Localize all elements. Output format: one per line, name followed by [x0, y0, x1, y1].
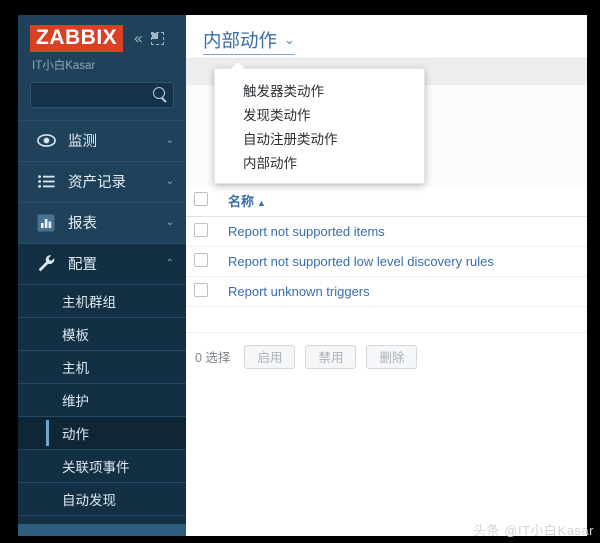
- actions-table: 名称 ▲ Report not supported items Report n…: [186, 186, 587, 333]
- selected-count-label: 0 选择: [195, 351, 231, 365]
- chevron-down-icon: ⌄: [165, 135, 174, 147]
- chevron-down-icon: ⌄: [165, 217, 174, 229]
- sidebar-item-discovery[interactable]: 自动发现: [18, 481, 186, 515]
- row-checkbox[interactable]: [194, 252, 208, 267]
- sidebar-item-host-groups[interactable]: 主机群组: [18, 283, 186, 317]
- bulk-actions-bar: 0 选择 启用 禁用 删除: [186, 333, 587, 369]
- sidebar-header: ZABBIX « IT小白Kasar: [18, 15, 186, 73]
- menu-item-label: 内部动作: [243, 156, 297, 171]
- table-row: Report not supported items: [186, 216, 587, 247]
- expand-icon[interactable]: [150, 31, 164, 45]
- menu-item-trigger-actions[interactable]: 触发器类动作: [215, 78, 424, 102]
- page-header: 内部动作 ⌄: [186, 15, 587, 58]
- search-box[interactable]: [30, 81, 174, 108]
- menu-item-discovery-actions[interactable]: 发现类动作: [215, 102, 424, 126]
- chevron-down-icon: ⌄: [284, 32, 295, 47]
- sidebar-item-inventory[interactable]: 资产记录 ⌄: [18, 160, 186, 202]
- row-checkbox[interactable]: [194, 282, 208, 297]
- sidebar-footer-bar: [18, 524, 186, 536]
- chevron-down-icon: ⌄: [165, 176, 174, 188]
- disable-button[interactable]: 禁用: [305, 344, 357, 369]
- logo-row: ZABBIX «: [30, 25, 174, 52]
- zabbix-logo[interactable]: ZABBIX: [30, 25, 124, 52]
- row-checkbox[interactable]: [194, 222, 208, 237]
- search-input[interactable]: [31, 82, 173, 107]
- sidebar-username: IT小白Kasar: [32, 59, 96, 72]
- sidebar-item-monitoring[interactable]: 监测 ⌄: [18, 119, 186, 161]
- sidebar-item-event-correlation[interactable]: 关联项事件: [18, 448, 186, 482]
- sidebar-item-configuration[interactable]: 配置 ⌃: [18, 242, 186, 284]
- sidebar-nav: 监测 ⌄ 资产记录 ⌄ 报表 ⌄ 配置 ⌃ 主机群组 模板 主机 维护 动作 关…: [18, 119, 186, 536]
- sidebar-subitem-label: 模板: [62, 327, 89, 343]
- page-title: 内部动作: [203, 30, 278, 51]
- table-header-row: 名称 ▲: [186, 186, 587, 217]
- menu-item-autoregistration-actions[interactable]: 自动注册类动作: [215, 126, 424, 150]
- select-all-cell: [186, 186, 220, 217]
- sidebar-item-label: 报表: [68, 216, 97, 233]
- sidebar-item-actions[interactable]: 动作: [18, 415, 186, 449]
- select-all-checkbox[interactable]: [194, 192, 208, 207]
- search-icon[interactable]: [153, 86, 166, 100]
- table-row: Report not supported low level discovery…: [186, 246, 587, 277]
- table-body: Report not supported items Report not su…: [186, 216, 587, 333]
- screenshot-root: ZABBIX « IT小白Kasar 监测 ⌄ 资产记录 ⌄ 报表 ⌄ 配置 ⌃…: [0, 0, 600, 543]
- page-title-dropdown[interactable]: 内部动作 ⌄: [203, 27, 295, 55]
- menu-item-label: 自动注册类动作: [243, 132, 338, 147]
- actions-table-wrapper: 名称 ▲ Report not supported items Report n…: [186, 186, 587, 333]
- sidebar-item-maintenance[interactable]: 维护: [18, 382, 186, 416]
- sidebar-item-reports[interactable]: 报表 ⌄: [18, 201, 186, 243]
- table-row: Report unknown triggers: [186, 276, 587, 307]
- sort-ascending-icon: ▲: [257, 198, 266, 209]
- bar-chart-icon: [34, 214, 58, 232]
- page-title-dropdown-menu: 触发器类动作 发现类动作 自动注册类动作 内部动作: [214, 68, 425, 184]
- sidebar-subitem-label: 维护: [62, 393, 89, 409]
- zabbix-app-window: ZABBIX « IT小白Kasar 监测 ⌄ 资产记录 ⌄ 报表 ⌄ 配置 ⌃…: [18, 15, 587, 536]
- sidebar-subnav-configuration: 主机群组 模板 主机 维护 动作 关联项事件 自动发现: [18, 283, 186, 536]
- menu-item-label: 触发器类动作: [243, 84, 324, 99]
- row-name-cell: Report not supported low level discovery…: [220, 246, 587, 277]
- menu-item-internal-actions[interactable]: 内部动作: [215, 150, 424, 174]
- sidebar-item-templates[interactable]: 模板: [18, 316, 186, 350]
- sidebar-item-hosts[interactable]: 主机: [18, 349, 186, 383]
- row-select-cell: [186, 216, 220, 247]
- table-footer-row: [186, 306, 587, 333]
- eye-icon: [34, 134, 58, 147]
- menu-item-label: 发现类动作: [243, 108, 311, 123]
- sidebar-subitem-label: 动作: [62, 426, 89, 442]
- chevron-up-icon: ⌃: [165, 258, 174, 270]
- column-header-name[interactable]: 名称 ▲: [220, 186, 587, 217]
- sidebar-subitem-label: 主机: [62, 360, 89, 376]
- delete-button[interactable]: 删除: [366, 344, 418, 369]
- table-head: 名称 ▲: [186, 186, 587, 217]
- wrench-icon: [34, 254, 58, 273]
- row-select-cell: [186, 276, 220, 307]
- collapse-sidebar-icon[interactable]: «: [134, 31, 142, 46]
- table-footer-cell: [220, 306, 587, 333]
- column-header-label: 名称: [228, 194, 255, 210]
- row-select-cell: [186, 246, 220, 277]
- sidebar-item-label: 资产记录: [68, 175, 126, 192]
- sidebar-subitem-label: 自动发现: [62, 492, 116, 508]
- action-name-link[interactable]: Report not supported items: [228, 224, 385, 239]
- list-icon: [34, 175, 58, 188]
- action-name-link[interactable]: Report not supported low level discovery…: [228, 254, 494, 269]
- sidebar-item-label: 监测: [68, 134, 97, 151]
- row-name-cell: Report unknown triggers: [220, 276, 587, 307]
- enable-button[interactable]: 启用: [244, 344, 296, 369]
- sidebar: ZABBIX « IT小白Kasar 监测 ⌄ 资产记录 ⌄ 报表 ⌄ 配置 ⌃…: [18, 15, 186, 536]
- row-name-cell: Report not supported items: [220, 216, 587, 247]
- sidebar-subitem-label: 关联项事件: [62, 459, 130, 475]
- table-footer-cell: [186, 306, 220, 333]
- sidebar-item-label: 配置: [68, 257, 97, 274]
- action-name-link[interactable]: Report unknown triggers: [228, 284, 370, 299]
- sidebar-subitem-label: 主机群组: [62, 294, 116, 310]
